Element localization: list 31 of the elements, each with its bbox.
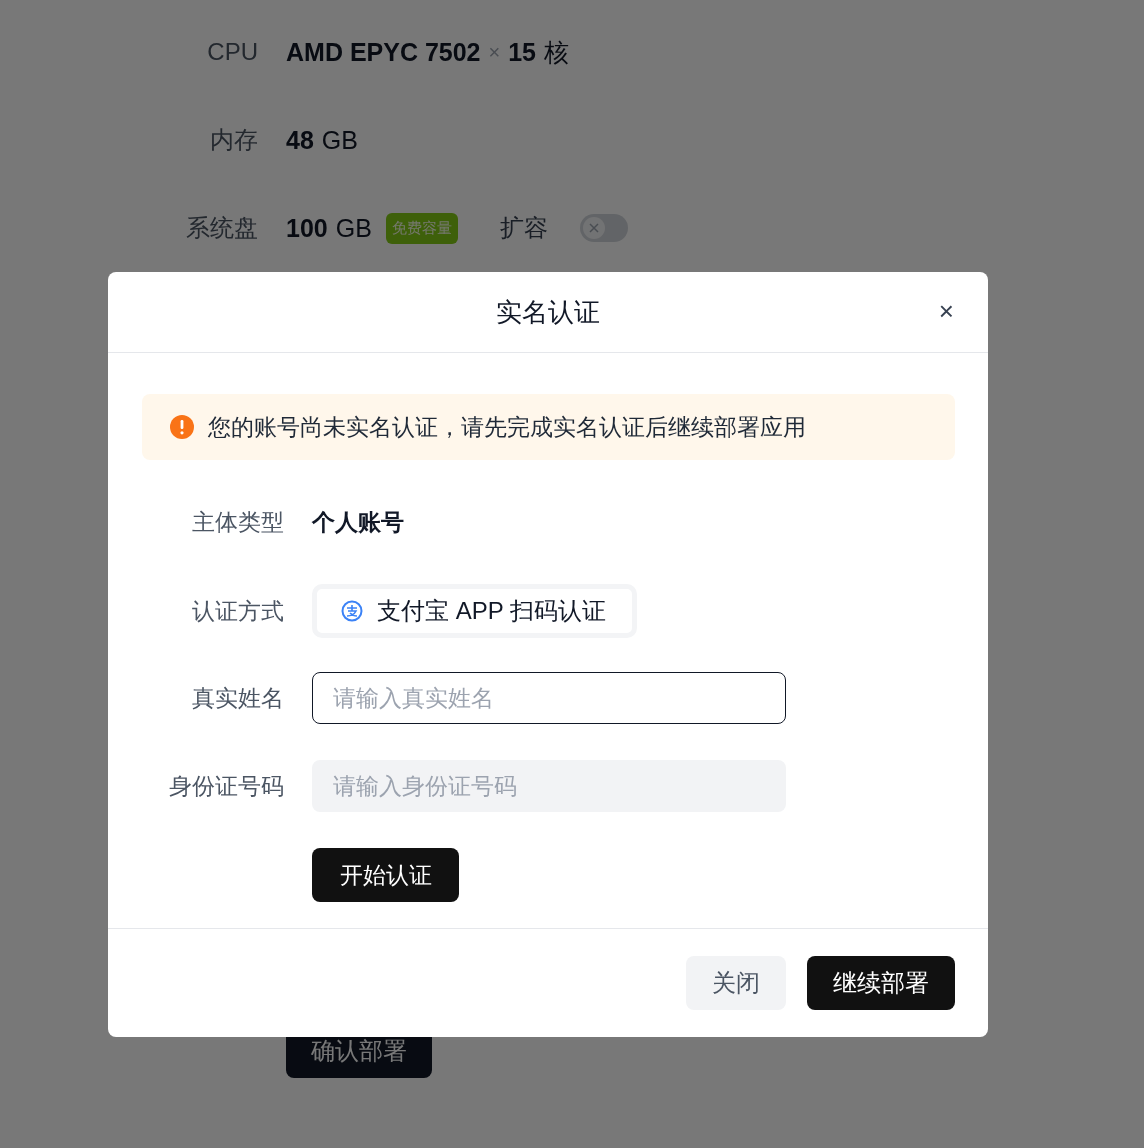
- spec-label: 系统盘: [185, 213, 258, 243]
- alert-text: 您的账号尚未实名认证，请先完成实名认证后继续部署应用: [208, 412, 806, 442]
- toggle-label: 扩容: [499, 213, 548, 243]
- spec-value: AMD EPYC 7502: [286, 37, 481, 67]
- core-count: 15: [508, 37, 537, 67]
- spec-unit: GB: [335, 213, 372, 243]
- spec-value: 100: [286, 213, 328, 243]
- spec-label: CPU: [206, 38, 258, 66]
- close-button[interactable]: ×: [938, 298, 954, 324]
- multiply-sign: ×: [488, 40, 501, 64]
- input-field[interactable]: 请输入身份证号码: [312, 760, 786, 812]
- free-tag: 免费容量: [385, 212, 458, 244]
- cross-icon: [588, 223, 599, 233]
- spec-unit: 核: [544, 36, 570, 68]
- payment-icon: [341, 600, 363, 622]
- warning-icon: [170, 415, 194, 439]
- input-field[interactable]: 请输入真实姓名: [312, 672, 786, 724]
- account-type: 个人账号: [312, 507, 405, 537]
- start-verify-button[interactable]: 开始认证: [312, 848, 459, 902]
- spec-value: 48: [286, 125, 314, 155]
- dialog-title: 实名认证: [496, 295, 600, 329]
- spec-label: 内存: [209, 125, 258, 155]
- field-label: 身份证号码: [168, 771, 284, 801]
- alipay-option[interactable]: 支付宝 APP 扫码认证: [312, 584, 637, 638]
- field-label: 主体类型: [191, 507, 284, 537]
- expand-switch[interactable]: [579, 214, 628, 242]
- field-label: 认证方式: [191, 596, 284, 626]
- close-dialog-button[interactable]: 关闭: [686, 956, 786, 1010]
- field-label: 真实姓名: [191, 683, 284, 713]
- continue-button[interactable]: 继续部署: [807, 956, 955, 1010]
- spec-unit: GB: [321, 125, 358, 155]
